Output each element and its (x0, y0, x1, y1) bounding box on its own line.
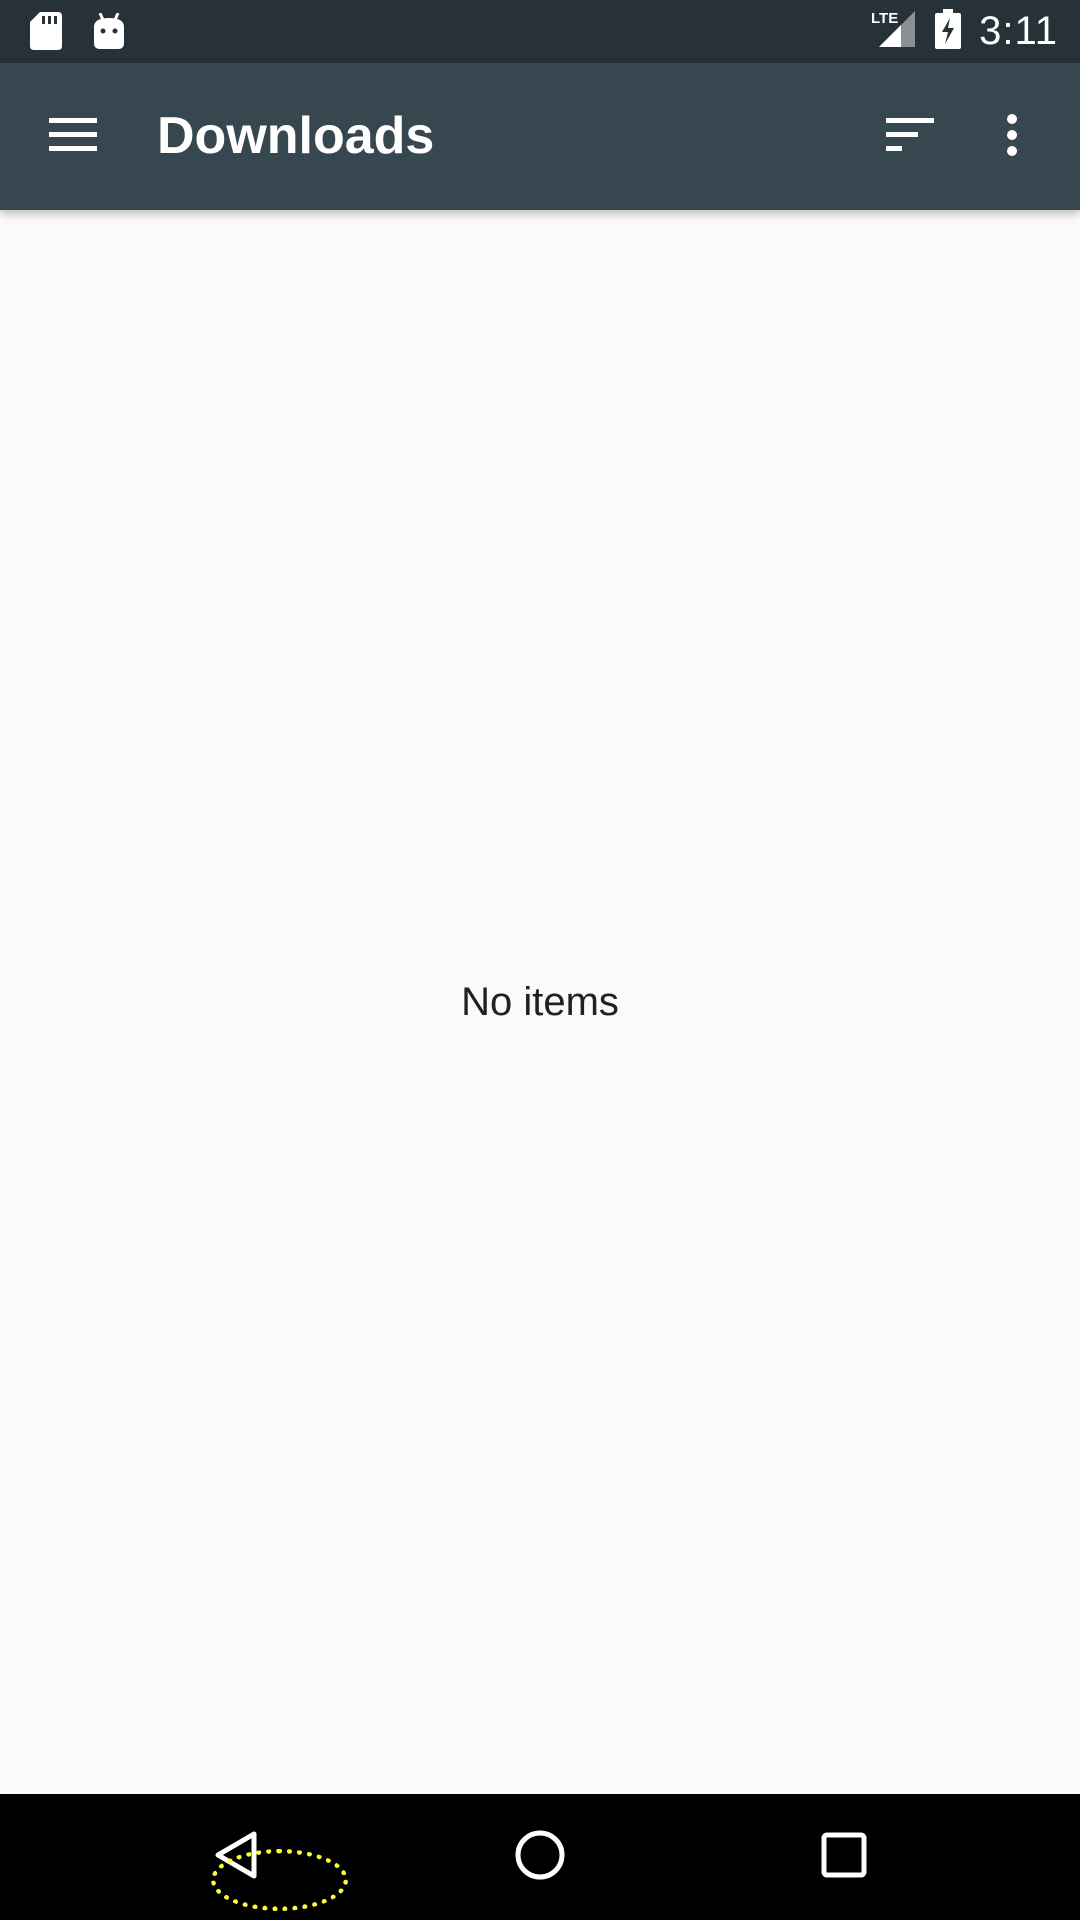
android-debug-icon (92, 12, 126, 54)
recents-button[interactable] (794, 1812, 894, 1902)
back-button[interactable] (186, 1812, 286, 1902)
battery-charging-icon (935, 9, 962, 54)
status-bar: LTE 3:11 (0, 0, 1080, 63)
sd-card-icon (30, 12, 62, 55)
status-system: LTE 3:11 (871, 0, 1058, 63)
back-icon (212, 1830, 260, 1885)
app-bar: Downloads (0, 63, 1080, 210)
home-button[interactable] (490, 1812, 590, 1902)
sort-icon (886, 117, 934, 157)
page-title: Downloads (157, 107, 435, 165)
navigation-drawer-button[interactable] (33, 100, 113, 174)
sort-button[interactable] (870, 100, 950, 174)
network-type-label: LTE (871, 10, 898, 27)
empty-state-message: No items (461, 980, 619, 1024)
status-time: 3:11 (979, 9, 1058, 53)
recents-icon (821, 1832, 867, 1883)
home-icon (514, 1829, 566, 1886)
more-vert-icon (1006, 113, 1018, 162)
menu-icon (49, 117, 97, 157)
lte-signal-icon: LTE (871, 9, 916, 54)
more-options-button[interactable] (982, 100, 1042, 174)
system-navigation-bar (0, 1794, 1080, 1920)
downloads-screen: LTE 3:11 Downloads No items (0, 0, 1080, 1920)
downloads-list-area[interactable]: No items (0, 210, 1080, 1794)
status-notifications (30, 12, 156, 55)
